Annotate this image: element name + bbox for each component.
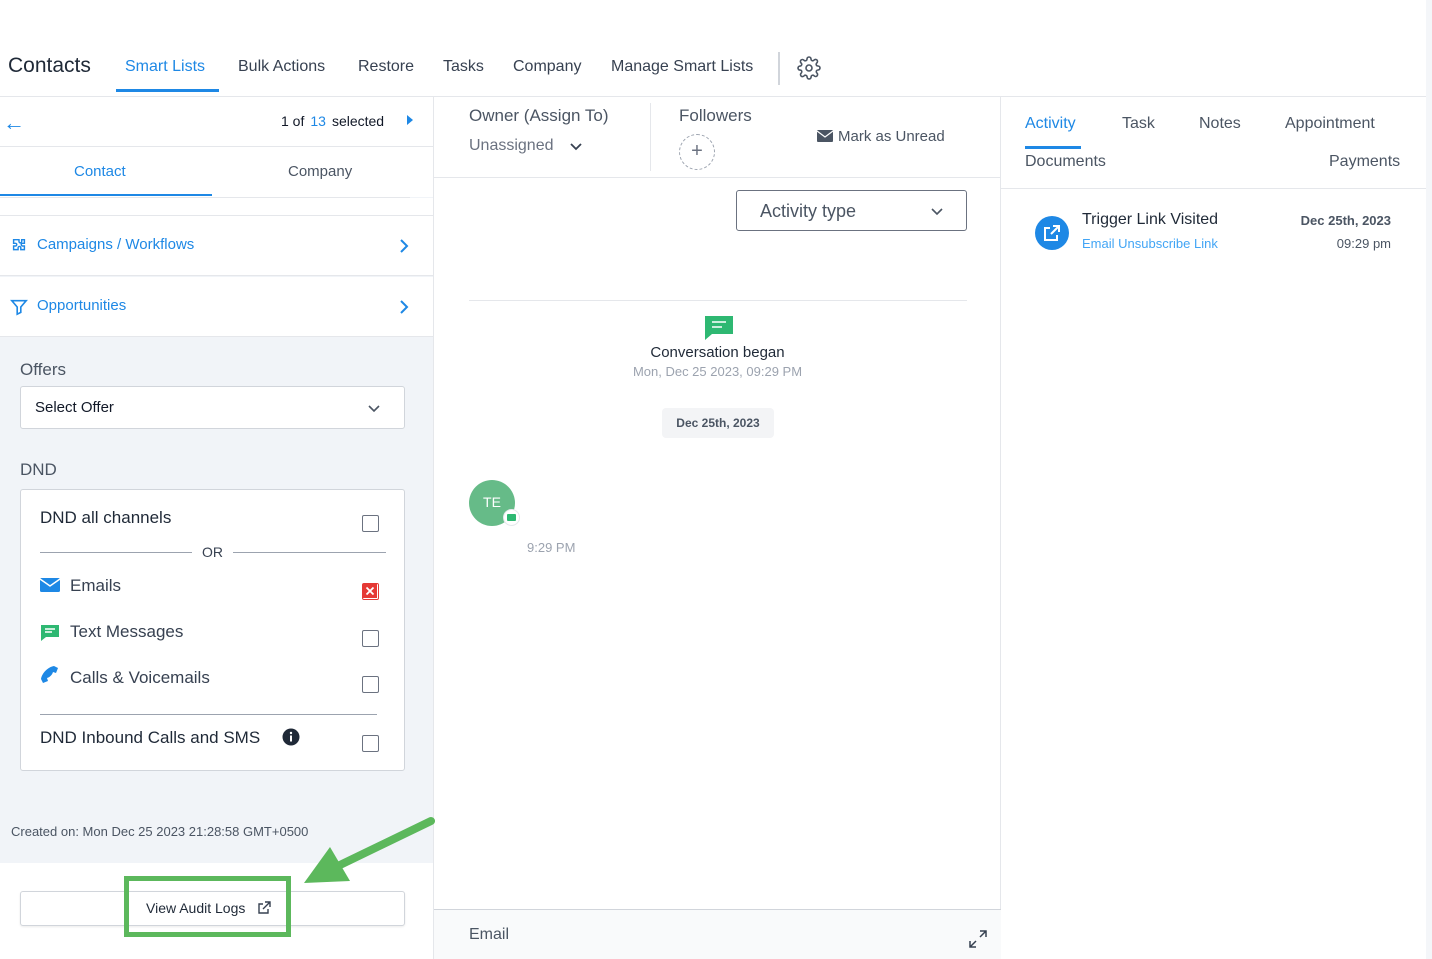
activity-type-select[interactable]: Activity type [736, 190, 967, 231]
offer-select-value: Select Offer [35, 399, 114, 416]
dnd-inbound-checkbox[interactable] [362, 735, 379, 752]
nav-divider [778, 52, 780, 85]
window-edge [1426, 0, 1432, 959]
followers-label: Followers [679, 106, 752, 125]
calls-voicemails-label: Calls & Voicemails [70, 668, 210, 687]
activity-time: 09:29 pm [1336, 236, 1391, 251]
dnd-all-channels-checkbox[interactable] [362, 515, 379, 532]
funnel-icon [10, 299, 28, 316]
text-messages-label: Text Messages [70, 622, 184, 641]
gear-icon[interactable] [797, 56, 821, 80]
external-link-icon [1035, 216, 1069, 250]
date-separator-label: Dec 25th, 2023 [676, 416, 760, 430]
emails-label: Emails [70, 576, 122, 595]
text-messages-checkbox[interactable] [362, 630, 379, 647]
campaigns-workflows-label: Campaigns / Workflows [37, 236, 195, 253]
feed-divider [469, 300, 967, 301]
or-label: OR [192, 544, 233, 560]
tab-notes[interactable]: Notes [1199, 115, 1241, 133]
owner-label: Owner (Assign To) [469, 106, 609, 125]
puzzle-icon [12, 238, 26, 251]
dnd-settings-box: DND all channels OR Emails Text Messages [20, 489, 405, 771]
back-arrow-icon[interactable]: ← [3, 110, 25, 136]
dnd-label: DND [20, 460, 57, 479]
tabs-divider [1001, 188, 1426, 189]
app-root: Contacts Smart Lists Bulk Actions Restor… [0, 0, 1432, 959]
conversation-began-title: Conversation began [650, 344, 785, 361]
mark-as-unread-button[interactable]: Mark as Unread [817, 128, 945, 145]
tab-appointment[interactable]: Appointment [1285, 115, 1375, 133]
header-divider [650, 103, 651, 171]
page-title: Contacts [8, 54, 91, 77]
chevron-down-icon [368, 405, 380, 413]
counter-prefix: 1 of [281, 113, 305, 129]
plus-icon: + [691, 140, 703, 162]
tab-company[interactable]: Company [513, 58, 581, 76]
tab-bulk-actions[interactable]: Bulk Actions [238, 58, 325, 76]
annotation-arrow-icon [304, 817, 435, 883]
owner-select[interactable]: Unassigned [469, 137, 554, 155]
tab-activity[interactable]: Activity [1025, 115, 1076, 133]
next-record-icon[interactable] [407, 115, 413, 125]
tab-documents[interactable]: Documents [1025, 153, 1106, 171]
chevron-down-icon[interactable] [568, 139, 584, 155]
offer-select[interactable]: Select Offer [20, 386, 405, 429]
tab-company-detail[interactable]: Company [288, 163, 352, 180]
highlight-box [124, 876, 291, 937]
phone-icon [41, 666, 58, 683]
dnd-all-channels-label: DND all channels [40, 508, 172, 527]
chat-bubble-icon [705, 316, 733, 340]
offers-label: Offers [20, 360, 66, 379]
top-navigation: Contacts Smart Lists Bulk Actions Restor… [0, 0, 1426, 97]
date-separator: Dec 25th, 2023 [662, 408, 774, 438]
created-on-text: Created on: Mon Dec 25 2023 21:28:58 GMT… [11, 824, 309, 839]
chat-bubble-icon [41, 625, 59, 641]
expand-icon[interactable] [968, 929, 988, 949]
tab-payments[interactable]: Payments [1329, 153, 1400, 171]
chevron-right-icon [400, 300, 409, 314]
chevron-right-icon [400, 239, 409, 253]
active-tab-underline [116, 89, 219, 92]
conversation-header: Owner (Assign To) Unassigned Followers +… [434, 97, 1001, 178]
avatar-initials: TE [483, 494, 501, 510]
counter-suffix: selected [331, 113, 385, 129]
email-badge-icon [503, 509, 520, 526]
compose-bar[interactable]: Email [434, 909, 1001, 959]
inbound-divider [40, 714, 377, 715]
activity-tab-underline [1025, 146, 1081, 149]
tab-manage-smart-lists[interactable]: Manage Smart Lists [611, 58, 753, 76]
selection-counter: 1 of 13 selected [281, 113, 384, 129]
tab-restore[interactable]: Restore [358, 58, 414, 76]
tab-smart-lists[interactable]: Smart Lists [125, 58, 205, 76]
activity-date: Dec 25th, 2023 [1300, 213, 1391, 228]
tab-contact[interactable]: Contact [74, 163, 126, 180]
emails-checkbox[interactable] [362, 583, 379, 600]
conversation-began-time: Mon, Dec 25 2023, 09:29 PM [632, 364, 803, 379]
activity-type-value: Activity type [760, 201, 857, 221]
counter-total[interactable]: 13 [310, 113, 326, 129]
dnd-inbound-label: DND Inbound Calls and SMS [40, 728, 261, 747]
activity-title: Trigger Link Visited [1082, 211, 1219, 228]
compose-channel-label: Email [469, 926, 510, 943]
envelope-icon [39, 578, 61, 592]
conversation-panel: Owner (Assign To) Unassigned Followers +… [433, 97, 1001, 959]
chevron-down-icon [931, 208, 943, 216]
info-icon[interactable] [282, 728, 300, 746]
contact-tab-underline [0, 194, 212, 196]
activity-panel: Activity Task Notes Appointment Document… [1001, 97, 1426, 959]
checked-x-icon [363, 584, 377, 598]
opportunities-row[interactable]: Opportunities [0, 277, 433, 337]
message-time: 9:29 PM [527, 540, 576, 555]
spacer [0, 198, 433, 216]
opportunities-label: Opportunities [37, 297, 127, 314]
add-follower-button[interactable]: + [679, 134, 715, 170]
detail-tabs: Contact Company [0, 147, 433, 197]
calls-voicemails-checkbox[interactable] [362, 676, 379, 693]
tab-task[interactable]: Task [1122, 115, 1155, 133]
record-navigation-bar: ← 1 of 13 selected [0, 97, 433, 147]
campaigns-workflows-row[interactable]: Campaigns / Workflows [0, 216, 433, 276]
activity-link[interactable]: Email Unsubscribe Link [1082, 236, 1218, 251]
tab-tasks[interactable]: Tasks [443, 58, 484, 76]
